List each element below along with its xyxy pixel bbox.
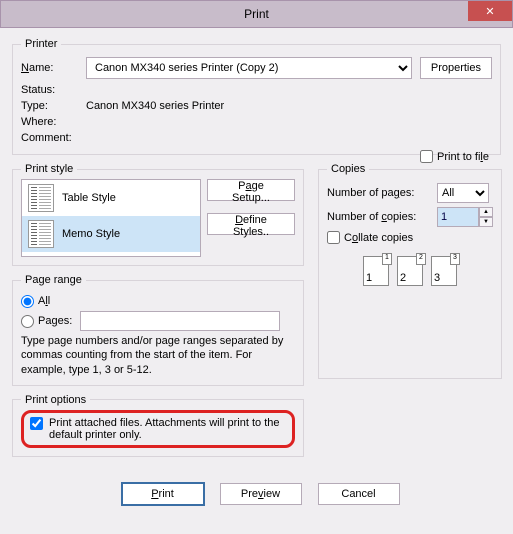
- page-range-group: Page range All All Pages: Pages: Type pa…: [12, 274, 304, 386]
- print-to-file-label: Print to file: [437, 151, 489, 163]
- num-pages-select[interactable]: All: [437, 183, 489, 203]
- properties-button[interactable]: Properties: [420, 57, 492, 79]
- where-label: Where:: [21, 116, 86, 128]
- print-attached-label: Print attached files. Attachments will p…: [49, 417, 286, 441]
- num-pages-label: Number of pages:: [327, 187, 437, 199]
- printer-group: Printer NName:ame: Canon MX340 series Pr…: [12, 38, 501, 155]
- status-label: Status:: [21, 84, 86, 96]
- page-range-pages-radio[interactable]: [21, 315, 34, 328]
- type-value: Canon MX340 series Printer: [86, 100, 224, 112]
- print-style-list[interactable]: Table Style Memo Style: [21, 179, 201, 257]
- collate-checkbox[interactable]: [327, 231, 340, 244]
- page-range-legend: Page range: [21, 274, 86, 286]
- preview-button[interactable]: Preview: [220, 483, 302, 505]
- pages-input[interactable]: [80, 311, 280, 331]
- memo-style-icon: [28, 220, 54, 248]
- define-styles-button[interactable]: Define Styles..: [207, 213, 295, 235]
- close-button[interactable]: ✕: [468, 1, 512, 21]
- close-icon: ✕: [485, 5, 494, 18]
- type-label: Type:: [21, 100, 86, 112]
- printer-select[interactable]: Canon MX340 series Printer (Copy 2): [86, 57, 412, 79]
- print-options-group: Print options Print attached files. Atta…: [12, 394, 304, 457]
- pages-label: Pages:: [38, 315, 72, 327]
- name-label: NName:ame:: [21, 62, 86, 74]
- print-options-legend: Print options: [21, 394, 90, 406]
- style-label: Memo Style: [62, 228, 120, 240]
- page-pic-1: 11: [363, 256, 389, 286]
- all-label: All: [38, 295, 50, 307]
- printer-legend: Printer: [21, 38, 61, 50]
- page-setup-button[interactable]: Page Setup...: [207, 179, 295, 201]
- num-copies-label: Number of copies:: [327, 211, 437, 223]
- print-style-group: Print style Table Style Memo Style P: [12, 163, 304, 266]
- cancel-button[interactable]: Cancel: [318, 483, 400, 505]
- style-label: Table Style: [62, 192, 116, 204]
- style-item-memo[interactable]: Memo Style: [22, 216, 200, 252]
- collate-label: Collate copies: [344, 232, 413, 244]
- page-range-hint: Type page numbers and/or page ranges sep…: [21, 334, 295, 377]
- page-range-all-radio[interactable]: [21, 295, 34, 308]
- collate-illustration: 11 22 33: [327, 256, 493, 286]
- num-copies-input[interactable]: [437, 207, 479, 227]
- copies-legend: Copies: [327, 163, 369, 175]
- copies-spin-down[interactable]: ▼: [479, 217, 493, 227]
- page-pic-2: 22: [397, 256, 423, 286]
- print-style-legend: Print style: [21, 163, 77, 175]
- highlight-annotation: Print attached files. Attachments will p…: [21, 410, 295, 448]
- style-item-table[interactable]: Table Style: [22, 180, 200, 216]
- print-button[interactable]: Print: [122, 483, 204, 505]
- copies-spin-up[interactable]: ▲: [479, 207, 493, 217]
- comment-label: Comment:: [21, 132, 86, 144]
- print-to-file-checkbox[interactable]: [420, 150, 433, 163]
- window-title: Print: [1, 7, 512, 21]
- page-pic-3: 33: [431, 256, 457, 286]
- print-attached-checkbox[interactable]: [30, 417, 43, 430]
- table-style-icon: [28, 184, 54, 212]
- title-bar: Print ✕: [0, 0, 513, 28]
- copies-group: Copies Number of pages: Number of pages:…: [318, 163, 502, 379]
